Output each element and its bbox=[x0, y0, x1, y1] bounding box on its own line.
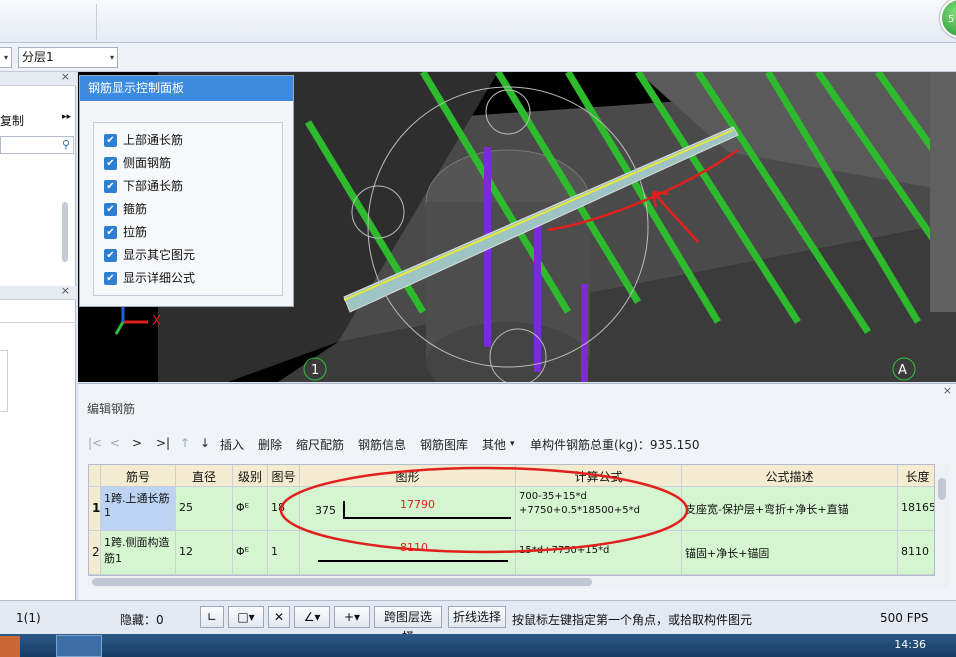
nav-prev-button[interactable]: < bbox=[110, 436, 120, 450]
option-stirrup[interactable]: ✔ 箍筋 bbox=[104, 200, 147, 218]
checkbox-icon: ✔ bbox=[104, 203, 117, 216]
rebar-toolbar: |< < > >| ↑ ↓ 插入 删除 缩尺配筋 钢筋信息 钢筋图库 其他 ▾ … bbox=[88, 432, 948, 454]
close-icon[interactable]: × bbox=[61, 70, 70, 83]
option-tie[interactable]: ✔ 拉筋 bbox=[104, 223, 147, 241]
os-taskbar: 14:36 bbox=[0, 634, 956, 657]
clock: 14:36 bbox=[894, 638, 926, 651]
checkbox-icon: ✔ bbox=[104, 180, 117, 193]
layer-combo[interactable]: 分层1 ▾ bbox=[18, 47, 118, 68]
nav-first-button[interactable]: |< bbox=[88, 436, 102, 450]
move-up-button[interactable]: ↑ bbox=[180, 436, 190, 450]
app-taskbar-button[interactable] bbox=[56, 635, 102, 657]
cross-icon[interactable]: ✕ bbox=[268, 606, 290, 628]
close-icon[interactable]: × bbox=[61, 284, 70, 297]
axis-x-label: X bbox=[152, 314, 161, 329]
chevron-down-icon: ▾ bbox=[109, 53, 114, 62]
checkbox-icon: ✔ bbox=[104, 272, 117, 285]
nav-next-button[interactable]: > bbox=[132, 436, 142, 450]
insert-point-icon[interactable]: +▾ bbox=[334, 606, 370, 628]
move-down-button[interactable]: ↓ bbox=[200, 436, 210, 450]
edit-panel-title: 编辑钢筋 bbox=[87, 402, 136, 416]
option-group: ✔ 上部通长筋 ✔ 侧面钢筋 ✔ 下部通长筋 ✔ 箍筋 ✔ 拉筋 ✔ 显示其它图元 ✔ 显示详… bbox=[93, 122, 283, 296]
layer-combo-value: 分层1 bbox=[22, 50, 54, 64]
option-side-rebar[interactable]: ✔ 侧面钢筋 bbox=[104, 154, 171, 172]
total-weight-label: 单构件钢筋总重(kg)：935.150 bbox=[530, 438, 700, 452]
search-icon: ⚲ bbox=[61, 138, 70, 151]
status-hint: 按鼠标左键指定第一个角点，或拾取构件图元 bbox=[512, 613, 753, 627]
expand-icon[interactable]: ▸▸ bbox=[62, 112, 71, 122]
option-top-rebar[interactable]: ✔ 上部通长筋 bbox=[104, 131, 183, 149]
toolbar-separator bbox=[96, 4, 97, 40]
search-input[interactable]: ⚲ bbox=[0, 136, 74, 154]
rebar-library-button[interactable]: 钢筋图库 bbox=[420, 436, 468, 453]
checkbox-icon: ✔ bbox=[104, 226, 117, 239]
layer-toolbar: ▾ 分层1 ▾ bbox=[0, 43, 956, 72]
hidden-count: 隐藏：0 bbox=[120, 613, 164, 627]
property-grid bbox=[0, 350, 8, 412]
start-icon[interactable] bbox=[0, 636, 20, 657]
rebar-display-panel: 钢筋显示控制面板 ✔ 上部通长筋 ✔ 侧面钢筋 ✔ 下部通长筋 ✔ 箍筋 ✔ 拉筋 ✔ 显示… bbox=[79, 75, 294, 307]
left-panel: × 复制 ▸▸ ⚲ × bbox=[0, 70, 76, 600]
rebar-table: 筋号 直径(mm) 级别 图号 图形 计算公式 公式描述 长度 1 1跨.上通长… bbox=[88, 464, 935, 576]
left-panel-header: × bbox=[0, 70, 76, 86]
insert-button[interactable]: 插入 bbox=[220, 436, 244, 453]
app-status-icon[interactable]: 5 bbox=[940, 0, 956, 38]
annotation-ellipse bbox=[279, 466, 689, 554]
horizontal-scrollbar[interactable] bbox=[88, 576, 935, 588]
chevron-down-icon: ▾ bbox=[510, 439, 515, 449]
rebar-info-button[interactable]: 钢筋信息 bbox=[358, 436, 406, 453]
option-detail-formula[interactable]: ✔ 显示详细公式 bbox=[104, 269, 195, 287]
ortho-icon[interactable]: ∟ bbox=[200, 606, 224, 628]
main-toolbar: 5 bbox=[0, 0, 956, 43]
status-bar: 1(1) 隐藏：0 ∟ □▾ ✕ ∠▾ +▾ 跨图层选择 折线选择 按鼠标左键指… bbox=[0, 600, 956, 644]
axis-label-1: 1 bbox=[311, 363, 319, 378]
select-box-icon[interactable]: □▾ bbox=[228, 606, 264, 628]
cross-layer-select-button[interactable]: 跨图层选择 bbox=[374, 606, 442, 644]
fps-indicator: 500 FPS bbox=[880, 611, 929, 625]
checkbox-icon: ✔ bbox=[104, 249, 117, 262]
angle-icon[interactable]: ∠▾ bbox=[294, 606, 330, 628]
scrollbar[interactable] bbox=[62, 202, 68, 262]
close-icon[interactable]: × bbox=[943, 384, 952, 397]
vertical-scrollbar[interactable] bbox=[935, 464, 949, 588]
scale-rebar-button[interactable]: 缩尺配筋 bbox=[296, 436, 344, 453]
left-panel-header-2: × bbox=[0, 284, 76, 300]
option-other-elements[interactable]: ✔ 显示其它图元 bbox=[104, 246, 195, 264]
checkbox-icon: ✔ bbox=[104, 134, 117, 147]
polyline-select-button[interactable]: 折线选择 bbox=[448, 606, 506, 628]
floor-combo[interactable]: ▾ bbox=[0, 47, 12, 68]
checkbox-icon: ✔ bbox=[104, 157, 117, 170]
nav-last-button[interactable]: >| bbox=[156, 436, 170, 450]
axis-label-a: A bbox=[898, 363, 907, 378]
edit-rebar-panel: × 编辑钢筋 |< < > >| ↑ ↓ 插入 删除 缩尺配筋 钢筋信息 钢筋图… bbox=[78, 383, 956, 600]
panel-title: 钢筋显示控制面板 bbox=[80, 76, 293, 101]
delete-button[interactable]: 删除 bbox=[258, 436, 282, 453]
copy-label[interactable]: 复制 bbox=[0, 112, 24, 129]
other-menu[interactable]: 其他 bbox=[482, 436, 506, 453]
option-bottom-rebar[interactable]: ✔ 下部通长筋 bbox=[104, 177, 183, 195]
position-indicator: 1(1) bbox=[16, 611, 41, 625]
